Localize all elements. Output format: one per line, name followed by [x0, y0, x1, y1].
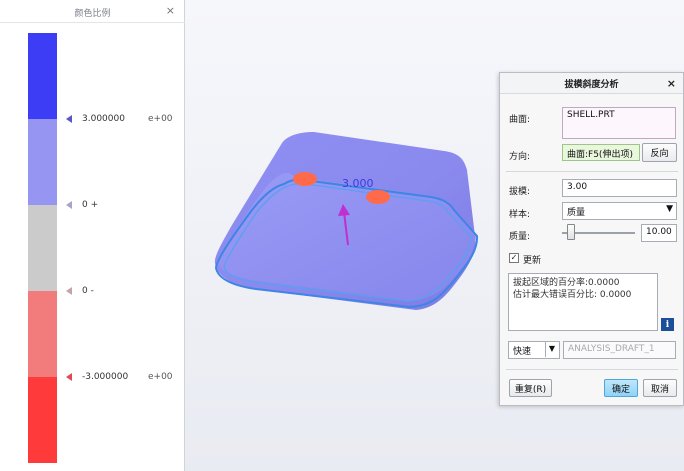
- divider: [506, 369, 678, 370]
- repeat-button[interactable]: 重复(R): [509, 379, 552, 397]
- cancel-button[interactable]: 取消: [643, 379, 677, 397]
- triangle-marker-icon[interactable]: [66, 373, 72, 381]
- mode-select[interactable]: 快速 ▼: [508, 341, 560, 359]
- result-line: 估计最大错误百分比: 0.0000: [513, 290, 632, 300]
- quality-slider-handle[interactable]: [566, 224, 575, 240]
- draft-angle-label: 3.000: [342, 177, 374, 190]
- divider: [0, 22, 185, 23]
- sample-select-value: 质量: [567, 208, 586, 218]
- close-icon[interactable]: ×: [667, 77, 676, 90]
- info-icon[interactable]: i: [661, 318, 674, 331]
- triangle-marker-icon[interactable]: [66, 115, 72, 123]
- color-segment: [28, 377, 57, 463]
- tick-value: 0 +: [82, 200, 99, 210]
- update-checkbox[interactable]: ✓: [509, 253, 519, 263]
- color-scale-panel: 颜色比例 × 3.000000 e+00 0 + 0 - -3.000000 e…: [0, 0, 185, 471]
- analysis-name-input[interactable]: ANALYSIS_DRAFT_1: [563, 341, 676, 359]
- flip-direction-button[interactable]: 反向: [642, 143, 677, 162]
- draft-analysis-dialog: 拔模斜度分析 × 曲面: SHELL.PRT 方向: 曲面:F5(伸出项) 反向…: [499, 72, 684, 406]
- chevron-down-icon[interactable]: ▼: [545, 342, 558, 357]
- dialog-title: 拔模斜度分析: [564, 79, 619, 90]
- triangle-marker-icon[interactable]: [66, 201, 72, 209]
- scale-tick-min: -3.000000 e+00: [66, 371, 173, 383]
- chevron-down-icon[interactable]: ▼: [666, 204, 673, 214]
- surface-collector[interactable]: SHELL.PRT: [562, 107, 676, 139]
- dialog-header: 拔模斜度分析 ×: [500, 73, 683, 94]
- tick-value: -3.000000: [82, 372, 129, 382]
- quality-input[interactable]: 10.00: [641, 224, 677, 242]
- divider: [506, 171, 678, 172]
- triangle-marker-icon[interactable]: [66, 287, 72, 295]
- draft-angle-input[interactable]: 3.00: [562, 179, 677, 197]
- draft-hotspot: [366, 190, 390, 204]
- scale-tick-zero-plus: 0 +: [66, 199, 98, 211]
- result-line: 拔起区域的百分率:0.0000: [513, 278, 620, 288]
- color-segment: [28, 205, 57, 291]
- color-segment: [28, 119, 57, 205]
- scale-tick-max: 3.000000 e+00: [66, 113, 173, 125]
- color-scale-title: 颜色比例: [74, 9, 111, 19]
- color-scale-bar: [28, 33, 57, 463]
- update-label: 更新: [523, 256, 542, 266]
- surface-label: 曲面:: [509, 115, 531, 125]
- direction-label: 方向:: [509, 152, 531, 162]
- draft-label: 拔模:: [509, 187, 531, 197]
- tick-exponent: e+00: [148, 114, 173, 124]
- scale-tick-zero-minus: 0 -: [66, 285, 94, 297]
- tick-value: 0 -: [82, 286, 94, 296]
- results-area: 拔起区域的百分率:0.0000 估计最大错误百分比: 0.0000: [508, 273, 658, 331]
- direction-collector[interactable]: 曲面:F5(伸出项): [562, 144, 640, 161]
- tick-value: 3.000000: [82, 114, 125, 124]
- color-segment: [28, 33, 57, 119]
- tick-exponent: e+00: [148, 372, 173, 382]
- ok-button[interactable]: 确定: [604, 379, 638, 397]
- quality-label: 质量:: [509, 232, 531, 242]
- close-icon[interactable]: ×: [166, 4, 175, 17]
- color-segment: [28, 291, 57, 377]
- sample-select[interactable]: 质量 ▼: [562, 202, 677, 220]
- sample-label: 样本:: [509, 210, 531, 220]
- mode-select-value: 快速: [513, 347, 532, 357]
- draft-hotspot: [293, 172, 317, 186]
